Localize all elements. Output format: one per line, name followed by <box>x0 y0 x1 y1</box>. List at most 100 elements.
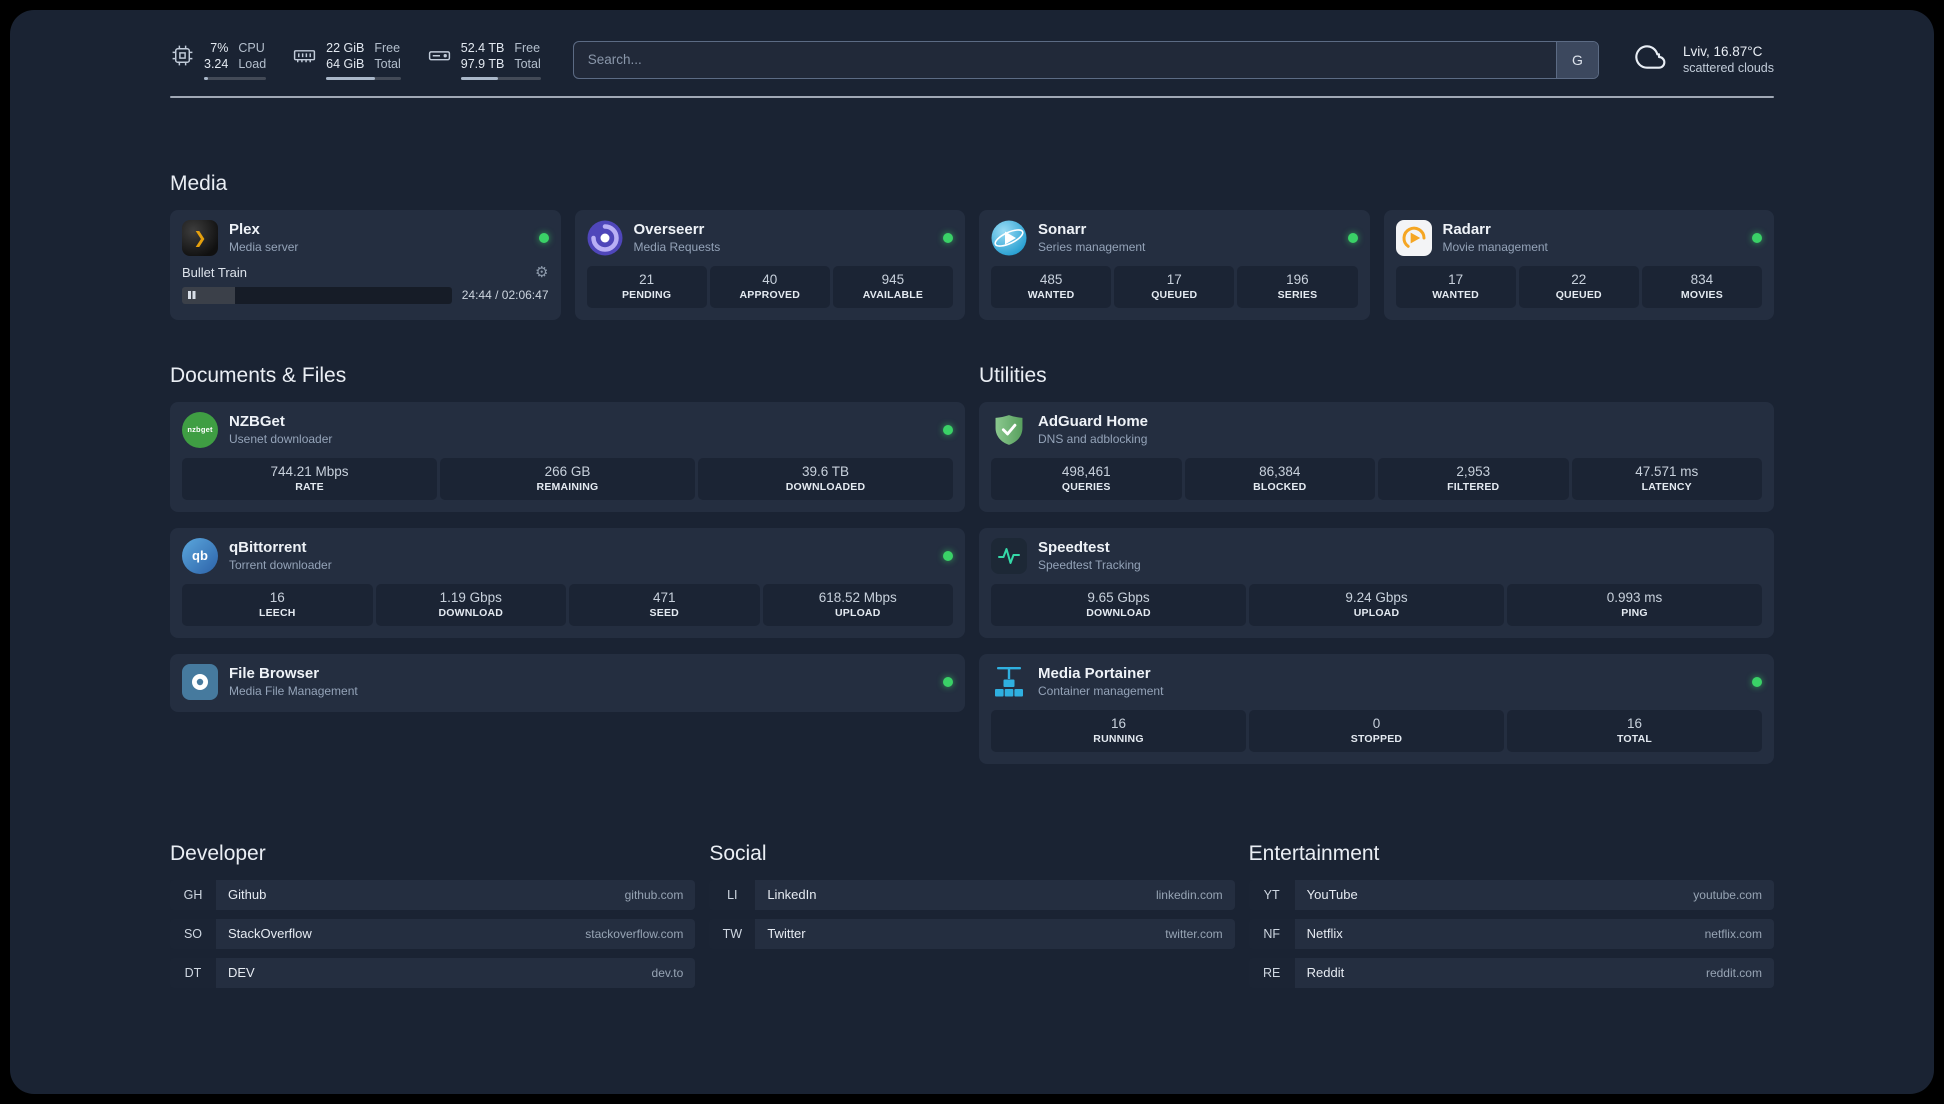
portainer-icon <box>991 664 1027 700</box>
stat-label: UPLOAD <box>1353 606 1400 619</box>
bookmark-domain: reddit.com <box>1705 965 1762 980</box>
memory-total-value: 64 GiB <box>326 57 365 72</box>
bookmark-abbr: SO <box>170 918 216 949</box>
resource-widgets: 7% 3.24 CPU Load 22 GiB 64 GiB Free Tota… <box>170 40 541 80</box>
bookmark-domain: netflix.com <box>1704 926 1762 941</box>
bookmark-item[interactable]: LI LinkedIn linkedin.com <box>709 879 1235 910</box>
service-card-plex[interactable]: ❯ Plex Media server Bullet Train ⚙ 24:44… <box>170 209 561 320</box>
bookmark-item[interactable]: RE Reddit reddit.com <box>1248 957 1774 988</box>
service-desc: Torrent downloader <box>229 558 332 572</box>
stat-box: 266 GB REMAINING <box>440 457 695 500</box>
stat-box: 9.24 Gbps UPLOAD <box>1249 583 1504 626</box>
bookmark-body[interactable]: DEV dev.to <box>216 957 696 988</box>
bookmark-abbr: DT <box>170 957 216 988</box>
service-desc: Movie management <box>1442 240 1548 254</box>
stat-box: 471 SEED <box>569 583 760 626</box>
service-desc: Series management <box>1038 240 1146 254</box>
bookmark-item[interactable]: TW Twitter twitter.com <box>709 918 1235 949</box>
service-stats: 17 WANTED 22 QUEUED 834 MOVIES <box>1395 265 1763 308</box>
search-provider-button[interactable]: G <box>1555 41 1598 78</box>
resource-widget-disk: 52.4 TB 97.9 TB Free Total <box>427 40 541 80</box>
stat-label: SERIES <box>1277 288 1318 301</box>
service-name: AdGuard Home <box>1038 413 1149 430</box>
stat-value: 16 <box>269 589 285 605</box>
memory-free-label: Free <box>374 41 401 55</box>
bookmark-body[interactable]: LinkedIn linkedin.com <box>755 879 1235 910</box>
status-dot <box>1752 676 1762 687</box>
section-title-developer: Developer <box>170 841 266 865</box>
weather-widget: Lviv, 16.87°C scattered clouds <box>1631 41 1774 78</box>
stat-value: 834 <box>1690 271 1714 287</box>
service-card-speedtest[interactable]: Speedtest Speedtest Tracking 9.65 Gbps DO… <box>979 527 1774 638</box>
bookmark-body[interactable]: Netflix netflix.com <box>1294 918 1774 949</box>
weather-location: Lviv, 16.87°C <box>1682 44 1763 60</box>
cpu-load-label: Load <box>238 57 267 72</box>
search-input[interactable] <box>572 40 1599 79</box>
pause-icon[interactable] <box>188 291 191 299</box>
service-card-nzbget[interactable]: nzbget NZBGet Usenet downloader 744.21 M… <box>170 401 965 512</box>
service-name: File Browser <box>229 665 320 682</box>
cpu-icon <box>170 43 195 73</box>
stat-value: 618.52 Mbps <box>818 589 897 605</box>
service-stats: 498,461 QUERIES 86,384 BLOCKED 2,953 FILTERED… <box>991 457 1762 500</box>
service-desc: Media File Management <box>229 684 358 698</box>
bookmark-body[interactable]: YouTube youtube.com <box>1294 879 1774 910</box>
stat-label: QUEUED <box>1151 288 1198 301</box>
service-card-adguard[interactable]: AdGuard Home DNS and adblocking 498,461 Q… <box>979 401 1774 512</box>
bookmark-body[interactable]: Twitter twitter.com <box>755 918 1235 949</box>
service-card-qbittorrent[interactable]: qb qBittorrent Torrent downloader 16 LEEC… <box>170 527 965 638</box>
bookmark-domain: github.com <box>624 887 684 902</box>
bookmark-name: Reddit <box>1306 965 1345 980</box>
sonarr-icon <box>991 220 1027 256</box>
stat-value: 196 <box>1286 271 1309 287</box>
qbittorrent-icon: qb <box>182 537 218 574</box>
stat-label: RATE <box>295 480 324 493</box>
stat-label: MOVIES <box>1680 288 1723 301</box>
stat-value: 266 GB <box>544 463 591 479</box>
filebrowser-icon <box>182 663 218 700</box>
cloud-icon <box>1631 41 1671 78</box>
stat-box: 21 PENDING <box>586 265 707 308</box>
service-card-sonarr[interactable]: Sonarr Series management 485 WANTED 17 QUEU… <box>979 209 1370 320</box>
stat-label: TOTAL <box>1616 732 1653 745</box>
service-name: Radarr <box>1442 221 1491 238</box>
bookmark-name: StackOverflow <box>228 926 312 941</box>
service-card-overseerr[interactable]: Overseerr Media Requests 21 PENDING 40 APPR… <box>574 209 965 320</box>
stat-label: QUEUED <box>1555 288 1602 301</box>
status-dot <box>943 424 953 435</box>
stat-label: DOWNLOAD <box>1086 606 1151 619</box>
stat-label: PENDING <box>621 288 672 301</box>
stat-value: 9.65 Gbps <box>1087 589 1150 605</box>
bookmark-item[interactable]: GH Github github.com <box>170 879 696 910</box>
section-title-media: Media <box>170 171 228 195</box>
stat-value: 945 <box>881 271 905 287</box>
playback-progress-bar[interactable] <box>182 286 452 304</box>
bookmark-groups: Developer GH Github github.com SO StackOverf… <box>170 842 1774 997</box>
service-name: Sonarr <box>1038 221 1087 238</box>
bookmark-item[interactable]: NF Netflix netflix.com <box>1248 918 1774 949</box>
bookmark-item[interactable]: SO StackOverflow stackoverflow.com <box>170 918 696 949</box>
service-card-portainer[interactable]: Media Portainer Container management 16 R… <box>979 653 1774 764</box>
bookmark-abbr: GH <box>170 879 216 910</box>
resource-widget-cpu: 7% 3.24 CPU Load <box>170 40 267 80</box>
weather-condition: scattered clouds <box>1682 61 1774 76</box>
bookmark-body[interactable]: Github github.com <box>216 879 696 910</box>
cpu-load-value: 3.24 <box>204 57 229 72</box>
overseerr-icon <box>587 220 623 256</box>
bookmark-body[interactable]: StackOverflow stackoverflow.com <box>216 918 696 949</box>
bookmark-item[interactable]: YT YouTube youtube.com <box>1248 879 1774 910</box>
stat-label: WANTED <box>1432 288 1479 301</box>
status-dot <box>943 676 953 687</box>
stat-box: 485 WANTED <box>991 265 1112 308</box>
stat-label: BLOCKED <box>1253 480 1307 493</box>
service-card-filebrowser[interactable]: File Browser Media File Management <box>170 653 965 712</box>
bookmark-item[interactable]: DT DEV dev.to <box>170 957 696 988</box>
stat-label: STOPPED <box>1350 732 1403 745</box>
stat-box: 9.65 Gbps DOWNLOAD <box>991 583 1246 626</box>
service-card-radarr[interactable]: Radarr Movie management 17 WANTED 22 QUEUED… <box>1383 209 1774 320</box>
stat-box: 1.19 Gbps DOWNLOAD <box>375 583 566 626</box>
bookmark-domain: linkedin.com <box>1155 887 1223 902</box>
bookmark-body[interactable]: Reddit reddit.com <box>1294 957 1774 988</box>
dashboard-content: Media ❯ Plex Media server Bullet Train ⚙ <box>10 98 1934 997</box>
settings-gear-icon[interactable]: ⚙ <box>535 265 548 280</box>
